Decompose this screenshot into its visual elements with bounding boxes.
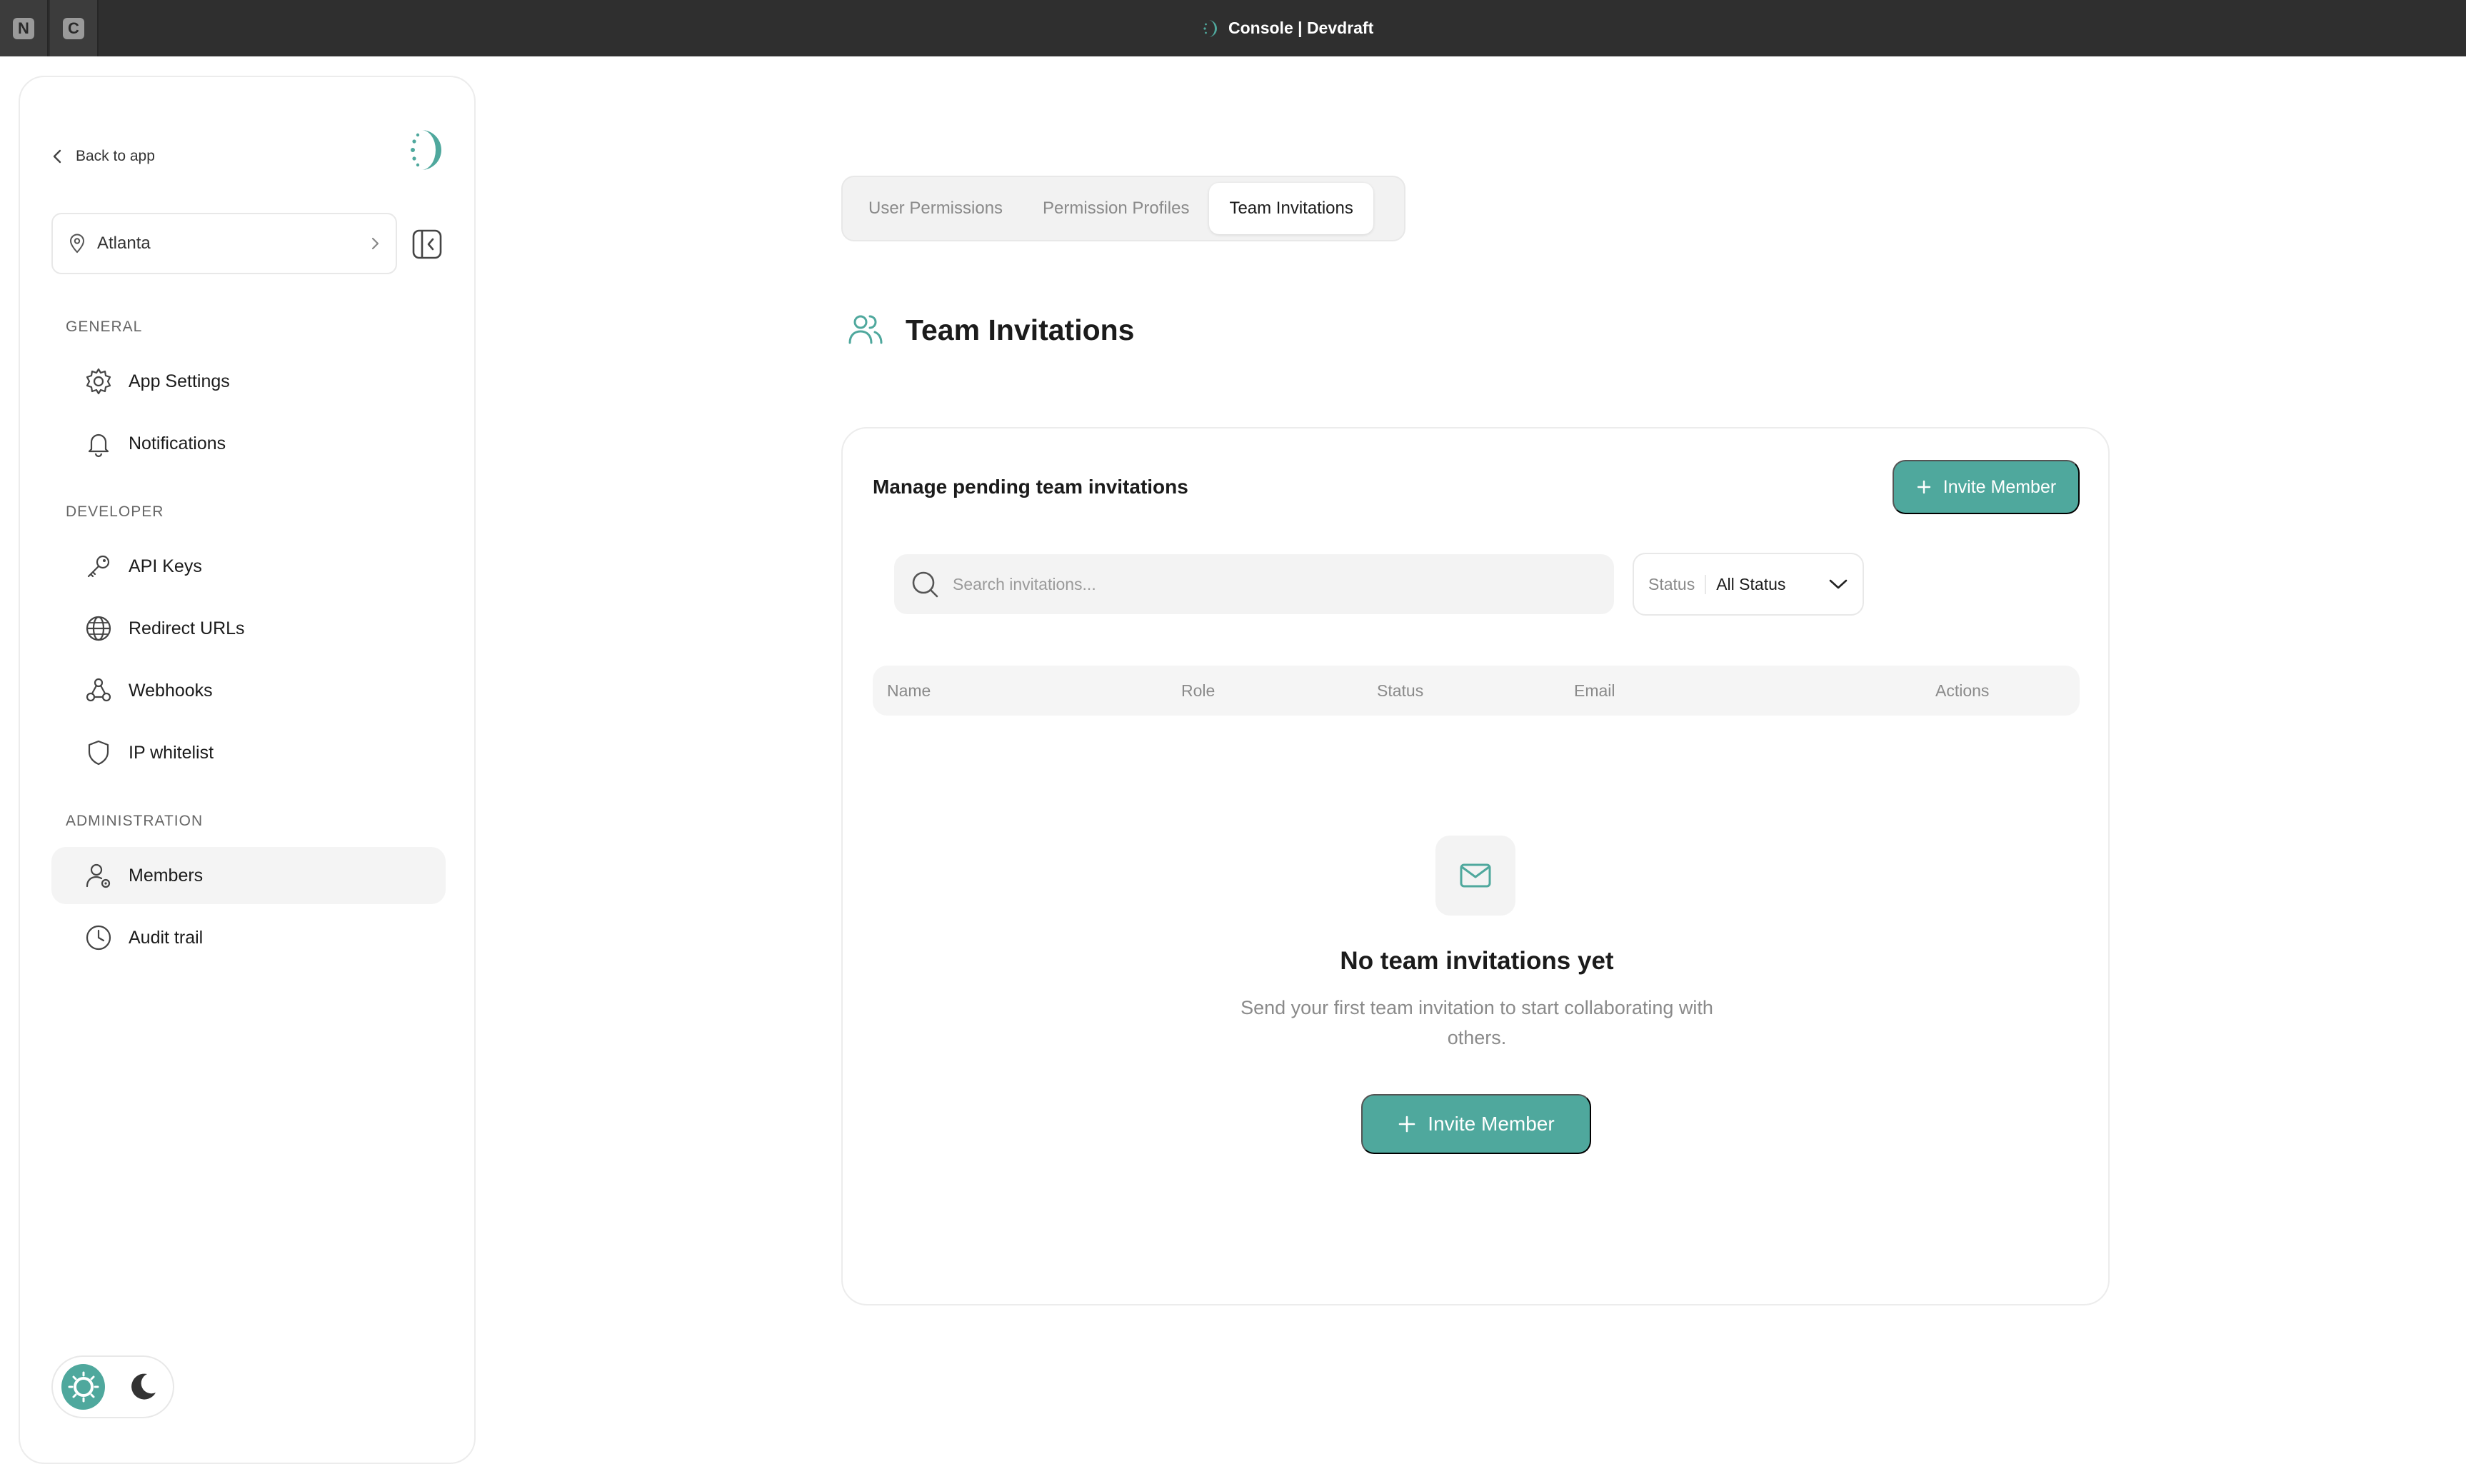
- moon-icon: [131, 1373, 156, 1400]
- chevron-left-icon: [53, 149, 61, 164]
- invitations-card: Manage pending team invitations Invite M…: [841, 427, 2110, 1305]
- back-to-app-link[interactable]: Back to app: [51, 140, 155, 173]
- sidebar-item-ip-whitelist[interactable]: IP whitelist: [51, 724, 446, 781]
- sidebar-item-app-settings[interactable]: App Settings: [51, 353, 446, 410]
- key-icon: [87, 555, 110, 578]
- status-filter-dropdown[interactable]: Status All Status: [1633, 553, 1864, 616]
- devdraft-logo-icon: [1203, 19, 1217, 37]
- column-header-actions: Actions: [1935, 681, 1990, 700]
- empty-state-icon: [1435, 836, 1515, 916]
- sidebar-item-audit-trail[interactable]: Audit trail: [51, 909, 446, 966]
- map-pin-icon: [69, 234, 85, 254]
- sidebar: Back to app Atlanta GENERAL App Settings…: [19, 76, 476, 1464]
- empty-state-description: Send your first team invitation to start…: [1240, 997, 1713, 1048]
- gear-icon: [86, 368, 111, 395]
- users-icon: [848, 315, 883, 344]
- sidebar-item-members[interactable]: Members: [51, 847, 446, 904]
- card-title: Manage pending team invitations: [873, 476, 1188, 498]
- theme-toggle[interactable]: [51, 1355, 174, 1418]
- search-input[interactable]: [953, 574, 1598, 594]
- invite-member-label: Invite Member: [1943, 476, 2057, 497]
- plus-icon: [1398, 1115, 1415, 1133]
- column-header-role: Role: [1181, 681, 1216, 700]
- search-field[interactable]: [894, 554, 1614, 614]
- section-label-administration: ADMINISTRATION: [66, 813, 204, 829]
- sidebar-item-label: Members: [129, 865, 204, 886]
- n-favicon-icon: N: [13, 17, 34, 39]
- status-filter-label: Status: [1648, 574, 1707, 594]
- window-title: Console | Devdraft: [1200, 0, 1373, 56]
- user-settings-icon: [86, 863, 111, 888]
- bell-icon: [88, 433, 109, 458]
- location-value: Atlanta: [97, 234, 151, 253]
- light-theme-option[interactable]: [61, 1364, 105, 1410]
- sidebar-item-label: Notifications: [129, 433, 226, 453]
- table-header: Name Role Status Email Actions: [873, 666, 2080, 716]
- chevron-right-icon: [371, 237, 379, 250]
- status-filter-value: All Status: [1716, 574, 1786, 593]
- mail-icon: [1460, 863, 1491, 888]
- page-title: Team Invitations: [906, 313, 1135, 346]
- collapse-sidebar-button[interactable]: [411, 229, 443, 260]
- sidebar-item-label: App Settings: [129, 371, 230, 391]
- sidebar-item-api-keys[interactable]: API Keys: [51, 538, 446, 595]
- column-header-email: Email: [1574, 681, 1615, 700]
- tab-permission-profiles[interactable]: Permission Profiles: [1023, 183, 1209, 234]
- empty-invite-member-button[interactable]: Invite Member: [1361, 1094, 1591, 1154]
- column-header-status: Status: [1377, 681, 1424, 700]
- browser-title-bar: N C Console | Devdraft: [0, 0, 2466, 56]
- back-to-app-label: Back to app: [76, 148, 155, 164]
- sidebar-item-label: Redirect URLs: [129, 618, 245, 638]
- sidebar-item-notifications[interactable]: Notifications: [51, 415, 446, 472]
- page-heading: Team Invitations: [847, 311, 1134, 349]
- clock-icon: [86, 925, 111, 951]
- sidebar-item-label: IP whitelist: [129, 742, 214, 763]
- location-selector[interactable]: Atlanta: [51, 213, 397, 274]
- empty-invite-member-label: Invite Member: [1428, 1113, 1555, 1135]
- section-label-developer: DEVELOPER: [66, 503, 164, 520]
- globe-icon: [86, 616, 111, 641]
- devdraft-logo-icon: [411, 130, 441, 170]
- chevron-down-icon: [1829, 579, 1848, 589]
- shield-icon: [88, 740, 109, 766]
- browser-tab-n[interactable]: N: [0, 0, 49, 56]
- section-label-general: GENERAL: [66, 319, 143, 335]
- sidebar-item-label: Webhooks: [129, 680, 213, 701]
- permissions-tabs: User Permissions Permission Profiles Tea…: [841, 176, 1405, 241]
- browser-tab-c[interactable]: C: [50, 0, 99, 56]
- tab-team-invitations[interactable]: Team Invitations: [1209, 183, 1373, 234]
- plus-icon: [1917, 480, 1930, 494]
- invite-member-button[interactable]: Invite Member: [1893, 460, 2080, 514]
- sidebar-collapse-icon: [412, 229, 442, 259]
- webhook-icon: [86, 678, 111, 702]
- brand-logo: [403, 127, 448, 173]
- sidebar-item-label: Audit trail: [129, 927, 204, 948]
- c-favicon-icon: C: [63, 17, 84, 39]
- column-header-name: Name: [887, 681, 931, 700]
- search-icon: [912, 571, 938, 598]
- empty-state-title: No team invitations yet: [1340, 947, 1614, 975]
- dark-theme-option[interactable]: [121, 1364, 164, 1410]
- sidebar-item-webhooks[interactable]: Webhooks: [51, 662, 446, 719]
- tab-user-permissions[interactable]: User Permissions: [848, 183, 1023, 234]
- sun-icon: [68, 1371, 99, 1403]
- sidebar-item-label: API Keys: [129, 556, 202, 576]
- sidebar-item-redirect-urls[interactable]: Redirect URLs: [51, 600, 446, 657]
- window-title-text: Console | Devdraft: [1228, 19, 1374, 37]
